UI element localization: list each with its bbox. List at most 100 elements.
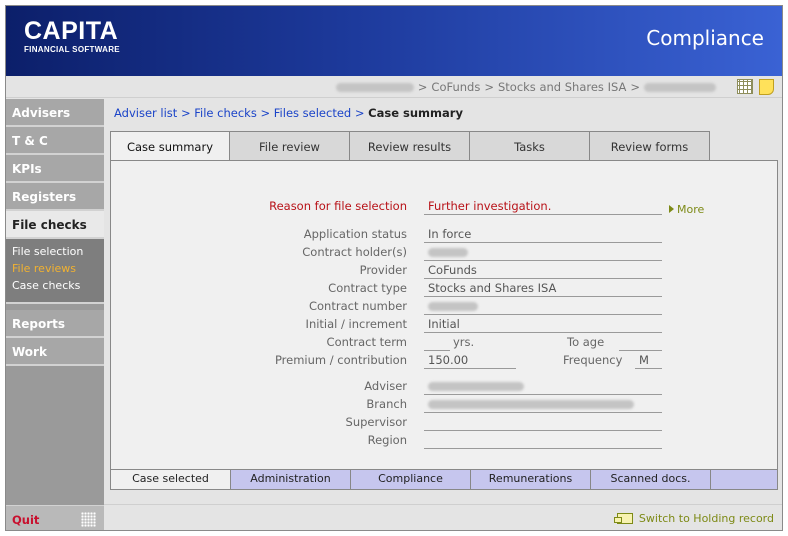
tab-tasks[interactable]: Tasks	[470, 131, 590, 161]
tab-case-selected[interactable]: Case selected	[111, 470, 231, 489]
breadcrumb-file-checks[interactable]: File checks	[194, 106, 257, 120]
initial-increment-value: Initial	[424, 317, 662, 333]
footer-bar: Switch to Holding record	[104, 504, 782, 530]
sidebar-item-tc[interactable]: T & C	[6, 127, 104, 155]
tab-remunerations[interactable]: Remunerations	[471, 470, 591, 489]
tab-file-review[interactable]: File review	[230, 131, 350, 161]
field-supervisor: Supervisor	[111, 415, 711, 433]
app-window: CAPITA FINANCIAL SOFTWARE Compliance > C…	[5, 5, 783, 531]
top-tab-bar: Case summary File review Review results …	[110, 131, 710, 161]
subnav-file-selection[interactable]: File selection	[12, 243, 104, 260]
sidebar: Advisers T & C KPIs Registers File check…	[6, 99, 104, 530]
field-initial-increment: Initial / increment Initial	[111, 317, 711, 335]
breadcrumb-separator: >	[354, 106, 365, 120]
redacted-contract-number	[644, 82, 716, 92]
case-panel: Case summary File review Review results …	[110, 131, 780, 501]
path-provider: CoFunds	[431, 80, 481, 94]
path-contract-type: Stocks and Shares ISA	[497, 80, 627, 94]
more-link[interactable]: More	[669, 203, 704, 216]
branch-value	[424, 397, 662, 413]
quit-button[interactable]: Quit	[12, 513, 39, 527]
field-label: Contract term	[326, 335, 407, 349]
contract-term-unit: yrs.	[453, 335, 475, 349]
sidebar-item-reports[interactable]: Reports	[6, 310, 104, 338]
app-title: Compliance	[646, 26, 764, 50]
play-arrow-icon	[669, 205, 674, 213]
sidebar-item-file-checks[interactable]: File checks	[6, 211, 104, 239]
field-branch: Branch	[111, 397, 711, 415]
contract-term-value	[424, 335, 450, 351]
field-label: Provider	[359, 263, 407, 277]
sidebar-item-work[interactable]: Work	[6, 338, 104, 366]
provider-value: CoFunds	[424, 263, 662, 279]
redacted-branch	[428, 400, 634, 409]
tab-case-summary[interactable]: Case summary	[110, 131, 230, 161]
to-age-value	[619, 335, 662, 351]
breadcrumb-current: Case summary	[368, 106, 463, 120]
field-label: Contract number	[308, 299, 407, 313]
application-status-value: In force	[424, 227, 662, 243]
field-region: Region	[111, 433, 711, 451]
main-area: Adviser list > File checks > Files selec…	[104, 99, 782, 504]
switch-label: Switch to Holding record	[638, 512, 774, 525]
record-path: > CoFunds > Stocks and Shares ISA >	[335, 80, 716, 94]
tab-review-results[interactable]: Review results	[350, 131, 470, 161]
field-contract-type: Contract type Stocks and Shares ISA	[111, 281, 711, 299]
field-contract-number: Contract number	[111, 299, 711, 317]
keypad-icon[interactable]	[81, 512, 96, 527]
breadcrumb-adviser-list[interactable]: Adviser list	[114, 106, 177, 120]
sidebar-item-registers[interactable]: Registers	[6, 183, 104, 211]
field-label: Supervisor	[345, 415, 407, 429]
quit-bar: Quit	[6, 505, 104, 530]
subnav-case-checks[interactable]: Case checks	[12, 277, 104, 294]
reason-row: Reason for file selection Further invest…	[111, 199, 711, 217]
field-label: Region	[367, 433, 407, 447]
switch-to-holding-link[interactable]: Switch to Holding record	[613, 512, 774, 525]
contract-holder-value	[424, 245, 662, 261]
field-label: Adviser	[364, 379, 407, 393]
frequency-label: Frequency	[563, 353, 623, 367]
breadcrumb-separator: >	[180, 106, 191, 120]
sidebar-item-advisers[interactable]: Advisers	[6, 99, 104, 127]
tab-administration[interactable]: Administration	[231, 470, 351, 489]
field-provider: Provider CoFunds	[111, 263, 711, 281]
capita-logo: CAPITA FINANCIAL SOFTWARE	[24, 17, 120, 55]
field-premium: Premium / contribution 150.00 Frequency …	[111, 353, 711, 371]
path-separator: >	[630, 80, 640, 94]
field-application-status: Application status In force	[111, 227, 711, 245]
field-contract-term: Contract term yrs. To age	[111, 335, 711, 353]
frequency-value: M	[635, 353, 662, 369]
case-summary-content: Reason for file selection Further invest…	[110, 160, 778, 470]
path-separator: >	[484, 80, 494, 94]
field-label: Application status	[303, 227, 407, 241]
field-label: Contract type	[328, 281, 407, 295]
reason-value: Further investigation.	[424, 199, 662, 215]
calculator-icon[interactable]	[737, 79, 753, 94]
breadcrumb-files-selected[interactable]: Files selected	[274, 106, 351, 120]
path-separator: >	[417, 80, 428, 94]
tab-compliance[interactable]: Compliance	[351, 470, 471, 489]
adviser-value	[424, 379, 662, 395]
contract-type-value: Stocks and Shares ISA	[424, 281, 662, 297]
logo-main-text: CAPITA	[24, 17, 119, 45]
breadcrumb: Adviser list > File checks > Files selec…	[114, 106, 463, 120]
redacted-holder	[428, 248, 468, 257]
tab-review-forms[interactable]: Review forms	[590, 131, 710, 161]
subnav-file-reviews[interactable]: File reviews	[12, 260, 104, 277]
field-contract-holder: Contract holder(s)	[111, 245, 711, 263]
tab-scanned-docs[interactable]: Scanned docs.	[591, 470, 711, 489]
sidebar-item-kpis[interactable]: KPIs	[6, 155, 104, 183]
app-header: CAPITA FINANCIAL SOFTWARE Compliance	[6, 6, 782, 76]
field-adviser: Adviser	[111, 379, 711, 397]
path-bar: > CoFunds > Stocks and Shares ISA >	[6, 76, 782, 98]
file-checks-submenu: File selection File reviews Case checks	[6, 239, 104, 304]
redacted-client-name	[335, 82, 414, 92]
supervisor-value	[424, 415, 662, 431]
redacted-contract-no	[428, 302, 478, 311]
field-label: Contract holder(s)	[302, 245, 407, 259]
field-label: Branch	[366, 397, 407, 411]
sticky-note-icon[interactable]	[759, 79, 774, 95]
redacted-adviser	[428, 382, 524, 391]
breadcrumb-separator: >	[260, 106, 271, 120]
field-label: Premium / contribution	[274, 353, 407, 367]
